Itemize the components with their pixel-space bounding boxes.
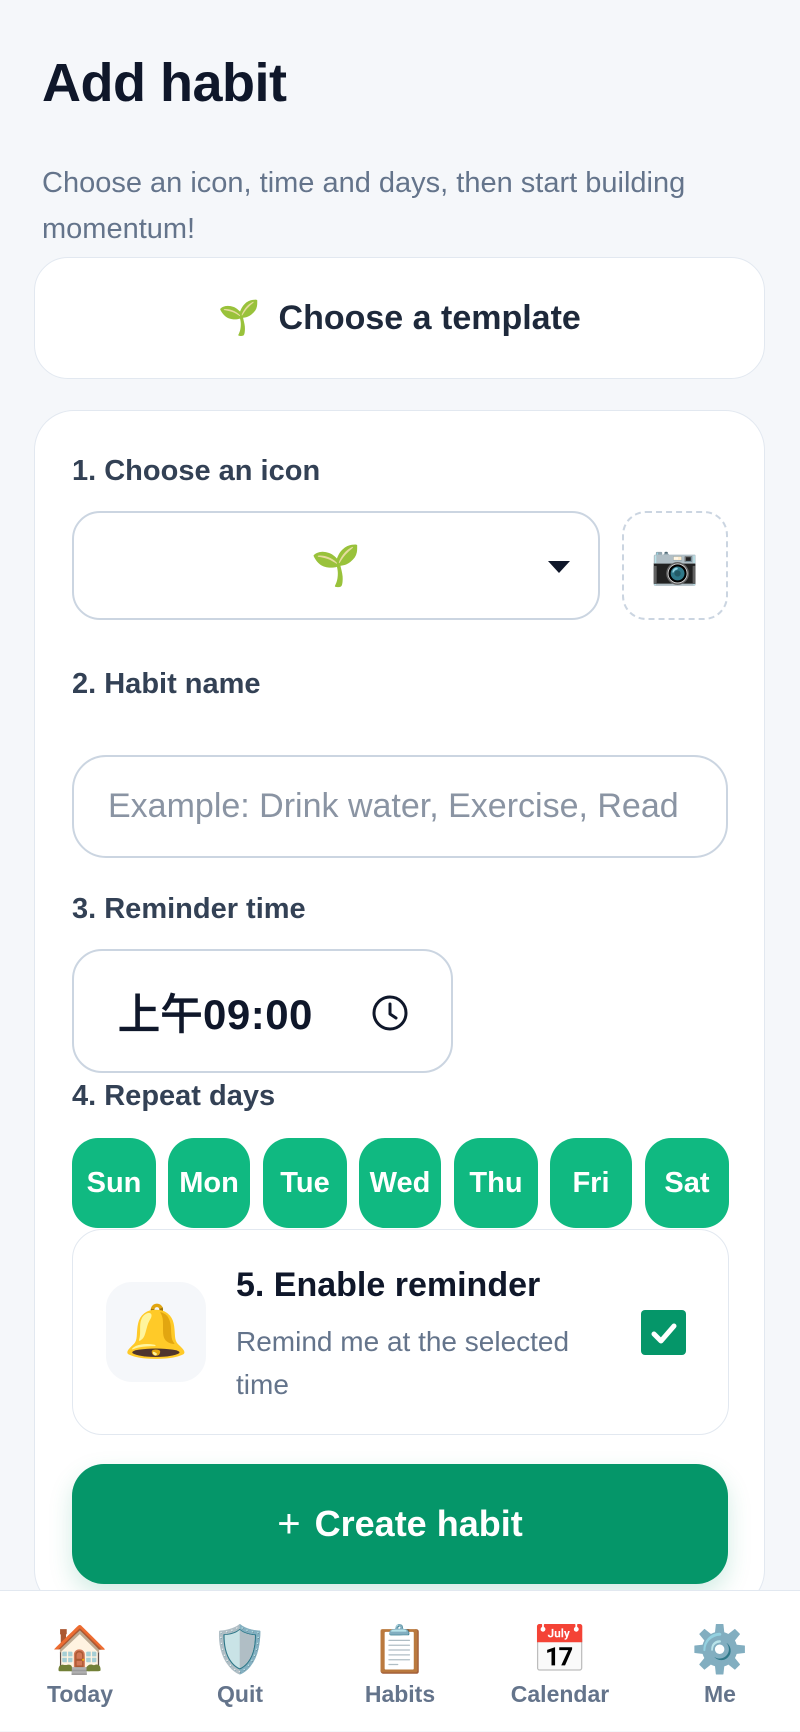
- day-chip-mon[interactable]: Mon: [168, 1138, 250, 1228]
- nav-label-today: Today: [46, 1681, 114, 1707]
- repeat-days-row: Sun Mon Tue Wed Thu Fri Sat: [72, 1138, 729, 1228]
- shield-icon: 🛡️: [211, 1623, 269, 1675]
- page-subtitle: Choose an icon, time and days, then star…: [42, 167, 686, 245]
- calendar-icon: 📅: [531, 1623, 589, 1675]
- add-habit-screen: Add habit Choose an icon, time and days,…: [0, 0, 800, 1731]
- nav-item-calendar[interactable]: 📅 Calendar: [480, 1591, 640, 1732]
- enable-reminder-title: 5. Enable reminder: [236, 1266, 541, 1304]
- clock-icon: [372, 995, 408, 1031]
- time-value: 上午09:00: [118, 990, 313, 1038]
- clipboard-icon: 📋: [371, 1623, 429, 1675]
- enable-reminder-description: Remind me at the selected time: [236, 1326, 570, 1400]
- gear-icon: ⚙️: [691, 1623, 749, 1675]
- day-chip-wed[interactable]: Wed: [359, 1138, 441, 1228]
- choose-template-label: Choose a template: [278, 298, 581, 337]
- bottom-nav: 🏠 Today 🛡️ Quit 📋 Habits 📅 Calendar ⚙️ M…: [0, 1590, 800, 1731]
- habit-name-label: 2. Habit name: [72, 668, 261, 700]
- day-chip-sun[interactable]: Sun: [72, 1138, 156, 1228]
- repeat-days-label: 4. Repeat days: [72, 1080, 276, 1112]
- habit-name-input[interactable]: [72, 755, 728, 858]
- caret-down-icon: [548, 560, 570, 573]
- page-title: Add habit: [42, 53, 287, 113]
- choose-template-button[interactable]: 🌱 Choose a template: [34, 257, 765, 379]
- icon-section-label: 1. Choose an icon: [72, 455, 321, 487]
- house-icon: 🏠: [51, 1623, 109, 1675]
- nav-label-me: Me: [704, 1681, 736, 1707]
- nav-item-today[interactable]: 🏠 Today: [0, 1591, 160, 1732]
- nav-label-calendar: Calendar: [510, 1681, 610, 1707]
- upload-photo-button[interactable]: 📷: [622, 511, 728, 620]
- day-chip-sat[interactable]: Sat: [645, 1138, 729, 1228]
- bell-icon: 🔔: [106, 1282, 206, 1382]
- enable-reminder-checkbox[interactable]: [641, 1310, 686, 1355]
- reminder-time-picker[interactable]: 上午09:00: [72, 949, 453, 1073]
- plus-icon: +: [277, 1501, 301, 1546]
- seedling-icon: 🌱: [311, 543, 361, 588]
- reminder-time-label: 3. Reminder time: [72, 893, 306, 925]
- nav-item-quit[interactable]: 🛡️ Quit: [160, 1591, 320, 1732]
- day-chip-thu[interactable]: Thu: [454, 1138, 538, 1228]
- seedling-icon: 🌱: [218, 299, 261, 337]
- day-chip-tue[interactable]: Tue: [263, 1138, 347, 1228]
- nav-label-quit: Quit: [217, 1681, 263, 1707]
- nav-item-me[interactable]: ⚙️ Me: [640, 1591, 800, 1732]
- camera-icon: 📷: [651, 544, 699, 587]
- create-habit-button[interactable]: + Create habit: [72, 1464, 728, 1584]
- icon-dropdown[interactable]: 🌱: [72, 511, 600, 620]
- day-chip-fri[interactable]: Fri: [550, 1138, 632, 1228]
- create-habit-label: Create habit: [314, 1503, 523, 1544]
- enable-reminder-card: 🔔 5. Enable reminder Remind me at the se…: [72, 1229, 729, 1435]
- checkmark-icon: [651, 1323, 676, 1343]
- nav-item-habits[interactable]: 📋 Habits: [320, 1591, 480, 1732]
- nav-label-habits: Habits: [364, 1681, 436, 1707]
